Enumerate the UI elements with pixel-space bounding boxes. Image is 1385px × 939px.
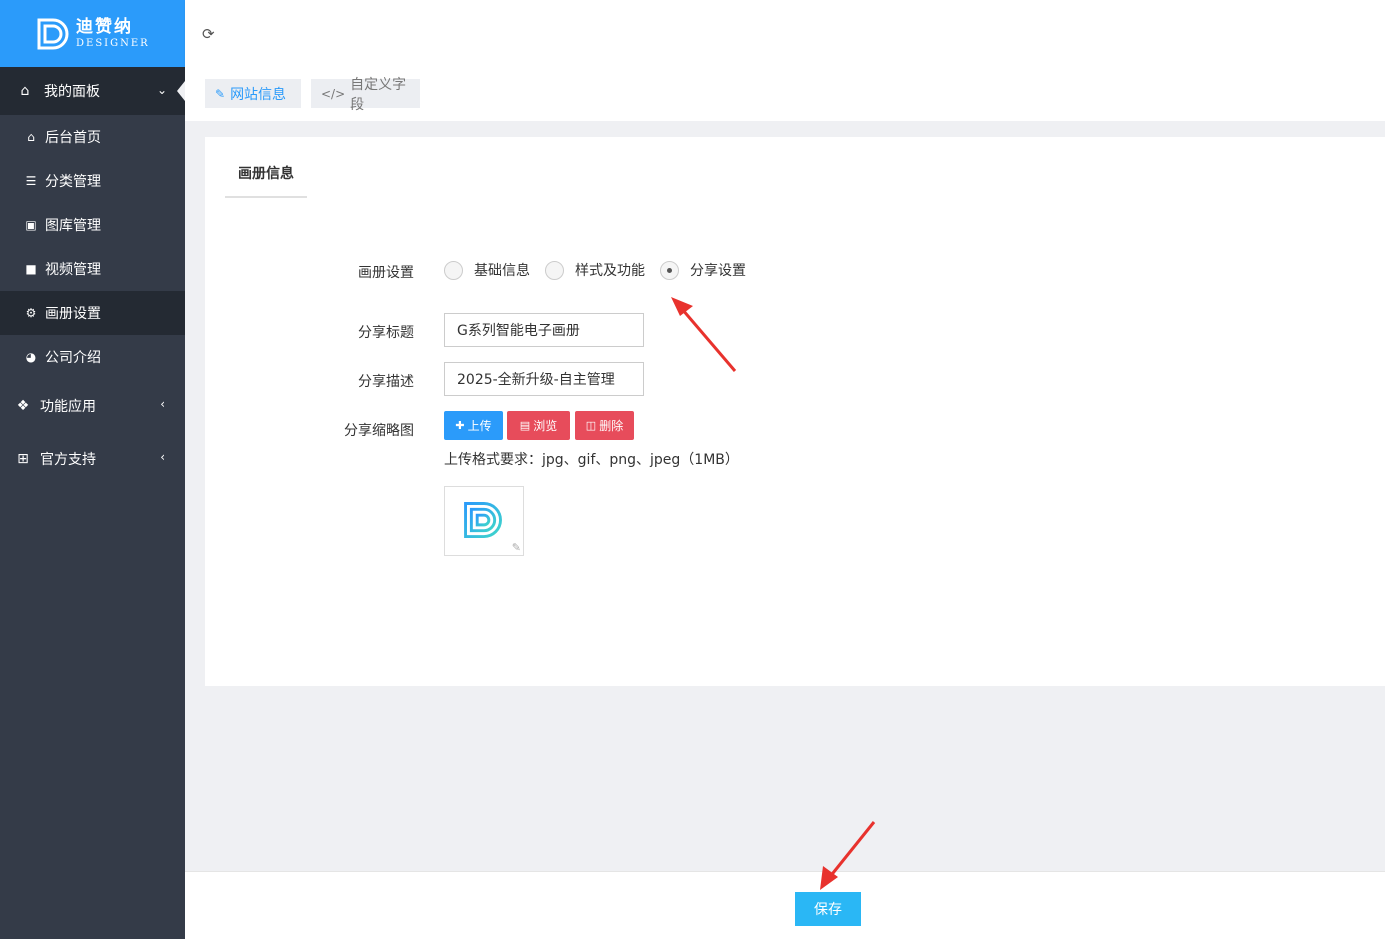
image-icon: ▣: [25, 218, 37, 232]
home-icon: ⌂: [27, 130, 35, 144]
brand-name-cn: 迪赞纳: [76, 16, 133, 37]
sidebar-item-label: 分类管理: [45, 174, 101, 190]
sidebar-item-label: 后台首页: [45, 130, 101, 146]
video-icon: ■: [25, 262, 37, 276]
sidebar-item-label: 图库管理: [45, 218, 101, 234]
chevron-down-icon: ⌄: [156, 83, 167, 97]
radio-circle[interactable]: [545, 260, 564, 280]
puzzle-icon: ❖: [16, 397, 30, 414]
album-info-card: 画册信息 画册设置 基础信息 样式及功能 分享设置 分享标题 分享描述 分享缩略…: [205, 137, 1385, 686]
upload-button-label: 上传: [467, 419, 492, 433]
sidebar-item-album-settings[interactable]: ⚙ 画册设置: [0, 291, 185, 335]
radio-circle[interactable]: [444, 260, 463, 280]
sidebar-item-video[interactable]: ■ 视频管理: [0, 247, 185, 291]
tab-custom-fields[interactable]: </> 自定义字段: [311, 77, 420, 113]
upload-format-hint: 上传格式要求：jpg、gif、png、jpeg（1MB）: [444, 452, 739, 468]
sidebar-item-label: 视频管理: [45, 262, 101, 278]
radio-label: 分享设置: [690, 263, 746, 279]
radio-style-function[interactable]: 样式及功能: [545, 260, 645, 280]
gear-icon: ⚙: [25, 306, 37, 320]
sidebar-group-label: 官方支持: [40, 451, 96, 468]
tab-label: 网站信息: [230, 86, 287, 103]
tab-album-info[interactable]: 画册信息: [225, 163, 307, 183]
chevron-left-icon: ‹: [160, 397, 165, 411]
sidebar-item-home[interactable]: ⌂ 后台首页: [0, 115, 185, 159]
plus-icon: ✚: [455, 419, 465, 432]
sidebar-group-support[interactable]: ⊞ 官方支持 ‹: [0, 432, 185, 485]
share-title-input[interactable]: [444, 313, 644, 347]
album-setting-radio-group: 基础信息 样式及功能 分享设置: [444, 260, 761, 280]
share-desc-input[interactable]: [444, 362, 644, 396]
sidebar-group-label: 功能应用: [40, 398, 96, 415]
sidebar-item-label: 公司介绍: [45, 350, 101, 366]
share-desc-label: 分享描述: [358, 374, 414, 390]
delete-button[interactable]: ◫ 删除: [575, 411, 634, 440]
brand-logo[interactable]: 迪赞纳 DESIGNER: [0, 0, 185, 67]
save-button[interactable]: 保存: [795, 892, 861, 926]
share-thumb-label: 分享缩略图: [344, 423, 414, 439]
browse-button-label: 浏览: [533, 419, 558, 433]
sidebar-item-company[interactable]: ◕ 公司介绍: [0, 335, 185, 379]
trash-icon: ◫: [585, 419, 597, 432]
upload-button[interactable]: ✚ 上传: [444, 411, 503, 440]
top-header: ⟳: [185, 0, 1385, 67]
folder-open-icon: ▤: [519, 419, 531, 432]
radio-share-settings[interactable]: 分享设置: [660, 260, 746, 280]
active-caret: [177, 81, 185, 101]
radio-label: 样式及功能: [575, 263, 645, 279]
edit-icon: ✎: [215, 86, 226, 101]
sidebar: 迪赞纳 DESIGNER ⌂ 我的面板 ⌄ ⌂ 后台首页 ☰ 分类管理 ▣ 图库…: [0, 0, 185, 939]
browse-button[interactable]: ▤ 浏览: [507, 411, 570, 440]
radio-label: 基础信息: [474, 263, 530, 279]
page-tabs: ✎ 网站信息 </> 自定义字段: [185, 67, 1385, 121]
sidebar-group-apps[interactable]: ❖ 功能应用 ‹: [0, 379, 185, 432]
designer-logo-icon: [37, 18, 69, 49]
footer-bar: 保存: [185, 871, 1385, 939]
sidebar-item-gallery[interactable]: ▣ 图库管理: [0, 203, 185, 247]
edit-icon[interactable]: ✎: [512, 541, 521, 554]
tab-label: 自定义字段: [350, 76, 407, 113]
share-thumbnail[interactable]: ✎: [444, 486, 524, 556]
code-icon: </>: [321, 86, 346, 101]
refresh-icon[interactable]: ⟳: [202, 25, 215, 43]
sidebar-item-label: 画册设置: [45, 306, 101, 322]
tab-underline: [225, 196, 307, 198]
tab-site-info[interactable]: ✎ 网站信息: [205, 79, 301, 108]
medkit-icon: ⊞: [17, 450, 29, 467]
brand-name-en: DESIGNER: [76, 37, 150, 49]
radio-basic-info[interactable]: 基础信息: [444, 260, 530, 280]
delete-button-label: 删除: [599, 419, 624, 433]
radio-circle-checked[interactable]: [660, 260, 679, 280]
list-icon: ☰: [25, 174, 37, 188]
sidebar-group-label: 我的面板: [44, 84, 100, 100]
album-setting-label: 画册设置: [358, 265, 414, 281]
compass-icon: ◕: [25, 350, 37, 364]
sidebar-group-dashboard[interactable]: ⌂ 我的面板 ⌄: [0, 67, 185, 115]
share-title-label: 分享标题: [358, 325, 414, 341]
home-icon: ⌂: [20, 83, 30, 99]
sidebar-item-category[interactable]: ☰ 分类管理: [0, 159, 185, 203]
chevron-left-icon: ‹: [160, 450, 165, 464]
